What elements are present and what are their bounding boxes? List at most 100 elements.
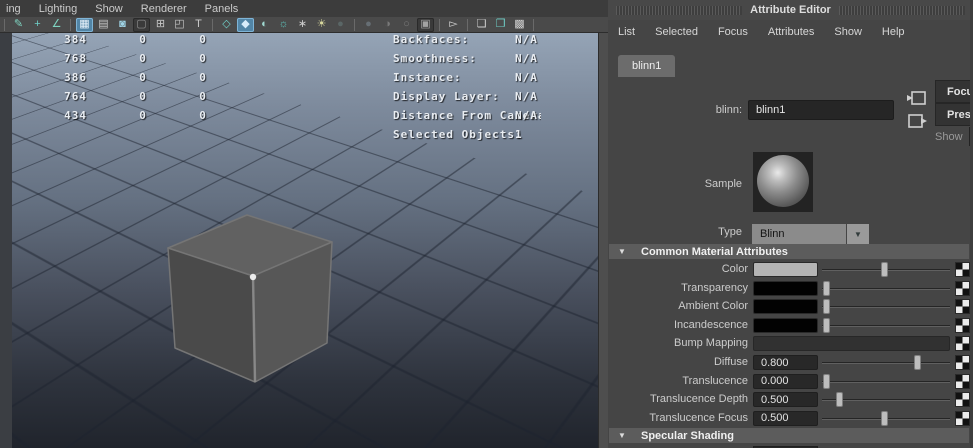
- hud-value: 0: [133, 109, 153, 122]
- node-name-input[interactable]: blinn1: [748, 100, 894, 120]
- move-tool-icon[interactable]: +: [29, 18, 46, 32]
- tab-blinn1[interactable]: blinn1: [618, 55, 675, 77]
- attr-slider[interactable]: [822, 373, 950, 390]
- gradient-sphere-icon[interactable]: ◑: [379, 18, 396, 32]
- toolbar-separator: [467, 19, 468, 31]
- attr-slider[interactable]: [822, 280, 950, 297]
- texture-map-button[interactable]: [956, 263, 969, 276]
- attr-slider[interactable]: [822, 410, 950, 427]
- isolate-view-icon[interactable]: ❏: [473, 18, 490, 32]
- viewport-menu-renderer[interactable]: Renderer: [132, 3, 196, 15]
- hud-info-value: N/A: [515, 71, 538, 84]
- value-input[interactable]: 0.000: [753, 374, 818, 389]
- value-input[interactable]: 0.500: [753, 392, 818, 407]
- motion-blur-icon[interactable]: ●: [332, 18, 349, 32]
- texture-map-button[interactable]: [956, 375, 969, 388]
- ae-menu-attributes[interactable]: Attributes: [758, 26, 824, 38]
- section-specular-shading[interactable]: ▼ Specular Shading: [609, 428, 969, 443]
- color-swatch[interactable]: [753, 318, 818, 333]
- field-chart-icon[interactable]: ⊞: [152, 18, 169, 32]
- safe-action-icon[interactable]: ◰: [171, 18, 188, 32]
- camera-sphere-icon[interactable]: ●: [360, 18, 377, 32]
- color-swatch[interactable]: [753, 299, 818, 314]
- viewport-menu-show[interactable]: Show: [86, 3, 132, 15]
- type-dropdown-arrow[interactable]: ▼: [847, 224, 869, 244]
- viewport-3d-canvas[interactable]: 3840076800386007640043400 Backfaces:N/AS…: [12, 33, 598, 448]
- attr-row-color: Color: [608, 261, 973, 278]
- chevron-down-icon: ▼: [854, 230, 862, 239]
- slider-handle[interactable]: [881, 262, 888, 277]
- hud-value: 0: [193, 71, 213, 84]
- slider-handle[interactable]: [914, 355, 921, 370]
- ae-menu-selected[interactable]: Selected: [645, 26, 708, 38]
- ae-menu-help[interactable]: Help: [872, 26, 915, 38]
- slider-handle[interactable]: [823, 281, 830, 296]
- isolate-selected-icon[interactable]: ❐: [492, 18, 509, 32]
- map-input[interactable]: [753, 336, 950, 351]
- texture-map-button[interactable]: [956, 300, 969, 313]
- safe-title-icon[interactable]: T: [190, 18, 207, 32]
- value-input[interactable]: 0.500: [753, 411, 818, 426]
- shadows-icon[interactable]: ∗: [294, 18, 311, 32]
- textured-icon[interactable]: ◐: [256, 18, 273, 32]
- hud-info-label: Selected Objects:: [393, 128, 523, 141]
- show-button[interactable]: Show: [935, 131, 963, 143]
- snap-brush-icon[interactable]: ✎: [10, 18, 27, 32]
- output-connection-icon: [906, 113, 928, 129]
- resolution-gate-icon[interactable]: ◙: [114, 18, 131, 32]
- texture-map-button[interactable]: [956, 282, 969, 295]
- hud-poly-row: 43400: [45, 109, 265, 128]
- smooth-shade-icon[interactable]: ◆: [237, 18, 254, 32]
- input-connection-button[interactable]: [905, 88, 929, 108]
- color-swatch[interactable]: [753, 281, 818, 296]
- attr-slider[interactable]: [822, 298, 950, 315]
- viewport-menu-ing[interactable]: ing: [0, 3, 30, 15]
- output-connection-button[interactable]: [905, 111, 929, 131]
- viewport-menu-lighting[interactable]: Lighting: [30, 3, 87, 15]
- ring-icon[interactable]: ○: [398, 18, 415, 32]
- texture-map-button[interactable]: [956, 356, 969, 369]
- presets-button[interactable]: Presets: [935, 103, 973, 126]
- viewport-menu-panels[interactable]: Panels: [196, 3, 248, 15]
- sample-sphere-preview: [757, 155, 809, 207]
- slider-track: [822, 306, 950, 308]
- slider-handle[interactable]: [823, 374, 830, 389]
- attr-slider[interactable]: [822, 354, 950, 371]
- use-lights-icon[interactable]: ☼: [275, 18, 292, 32]
- focus-button[interactable]: Focus: [935, 80, 973, 103]
- film-gate-icon[interactable]: ▤: [95, 18, 112, 32]
- texture-map-button[interactable]: [956, 412, 969, 425]
- type-dropdown[interactable]: Blinn: [752, 224, 846, 244]
- texture-map-button[interactable]: [956, 319, 969, 332]
- value-input[interactable]: 0.800: [753, 355, 818, 370]
- slider-handle[interactable]: [881, 411, 888, 426]
- xray-icon[interactable]: ▣: [417, 18, 434, 32]
- image-plane-icon[interactable]: ▩: [511, 18, 528, 32]
- input-connection-icon: [906, 90, 928, 106]
- slider-handle[interactable]: [836, 392, 843, 407]
- gate-mask-icon[interactable]: ▢: [133, 18, 150, 32]
- wireframe-icon[interactable]: ◇: [218, 18, 235, 32]
- section-common-material-attributes[interactable]: ▼ Common Material Attributes: [609, 244, 969, 259]
- attr-slider[interactable]: [822, 391, 950, 408]
- texture-map-button[interactable]: [956, 337, 969, 350]
- select-cursor-icon[interactable]: ▻: [445, 18, 462, 32]
- ae-menu-focus[interactable]: Focus: [708, 26, 758, 38]
- attr-slider[interactable]: [822, 261, 950, 278]
- attribute-editor-titlebar[interactable]: Attribute Editor: [608, 0, 973, 20]
- toolbar-separator: [212, 19, 213, 31]
- angle-pencil-icon[interactable]: ∠: [48, 18, 65, 32]
- slider-handle[interactable]: [823, 299, 830, 314]
- hud-poly-count: 3840076800386007640043400: [45, 33, 265, 128]
- ae-menu-list[interactable]: List: [608, 26, 645, 38]
- material-sample-swatch[interactable]: [753, 152, 813, 212]
- panel-separator[interactable]: [598, 33, 608, 448]
- grid-icon[interactable]: ▦: [76, 18, 93, 32]
- slider-handle[interactable]: [823, 318, 830, 333]
- occlusion-icon[interactable]: ☀: [313, 18, 330, 32]
- ae-menu-show[interactable]: Show: [824, 26, 872, 38]
- texture-map-button[interactable]: [956, 393, 969, 406]
- attribute-editor-title: Attribute Editor: [750, 4, 831, 16]
- attr-slider[interactable]: [822, 317, 950, 334]
- color-swatch[interactable]: [753, 262, 818, 277]
